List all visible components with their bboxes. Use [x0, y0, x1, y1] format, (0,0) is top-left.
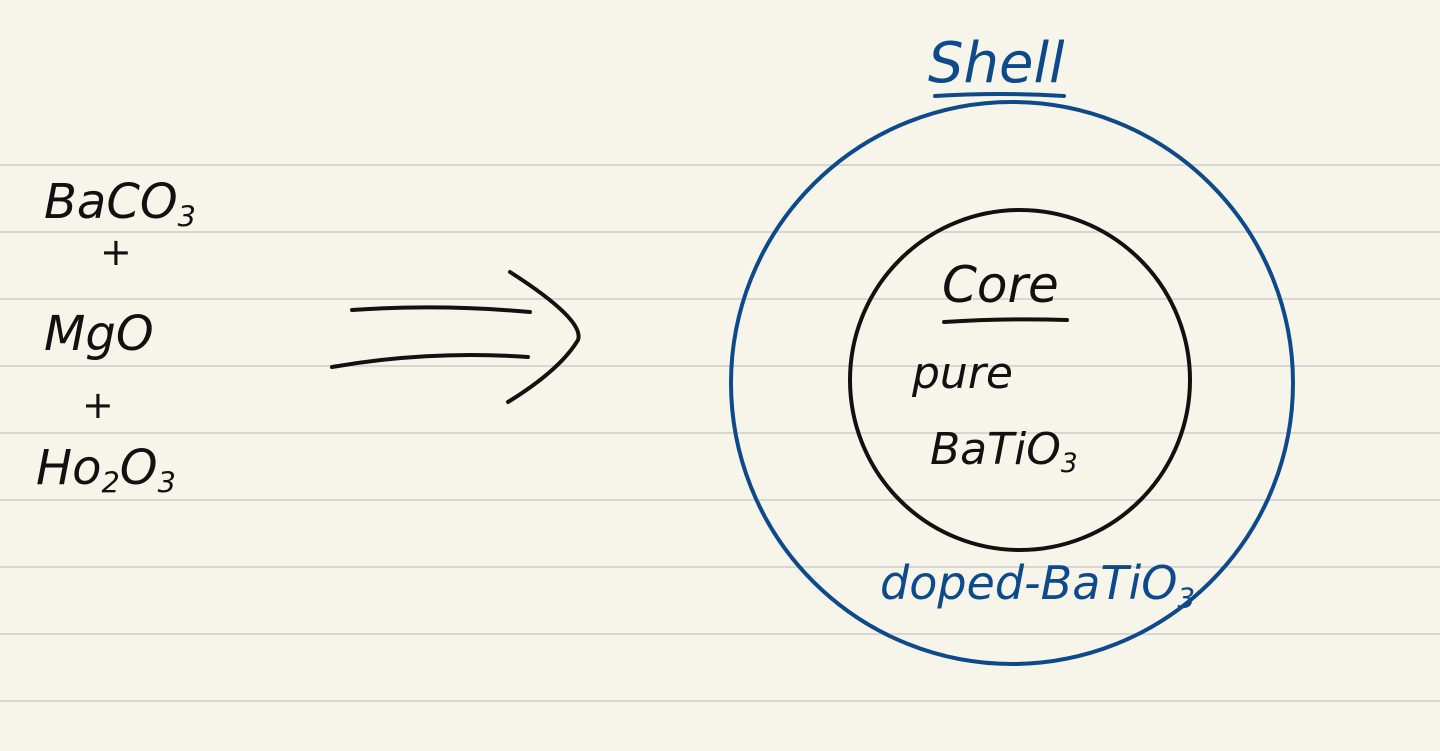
plus-sign: + — [82, 383, 114, 427]
shell-title: Shell — [928, 31, 1065, 96]
core-composition-line1: pure — [912, 348, 1013, 399]
reactant-holmium-oxide: Ho2O3 — [36, 440, 176, 500]
reactant-barium-carbonate: BaCO3 — [44, 174, 196, 234]
core-composition-line2: BaTiO3 — [930, 424, 1078, 479]
arrow-lower-stroke — [330, 352, 530, 369]
reactant-magnesium-oxide: MgO — [44, 306, 154, 362]
core-title: Core — [942, 256, 1059, 314]
arrow-upper-stroke — [350, 305, 532, 314]
core-title-underline — [942, 317, 1069, 324]
diagram-drawing — [330, 92, 1295, 666]
arrow-head — [506, 270, 581, 404]
notebook-page: BaCO3 + MgO + Ho2O3 Shell Core pure BaTi… — [0, 0, 1440, 751]
shell-composition-label: doped-BaTiO3 — [880, 556, 1196, 615]
plus-sign: + — [100, 230, 132, 274]
reaction-arrow — [330, 270, 581, 404]
